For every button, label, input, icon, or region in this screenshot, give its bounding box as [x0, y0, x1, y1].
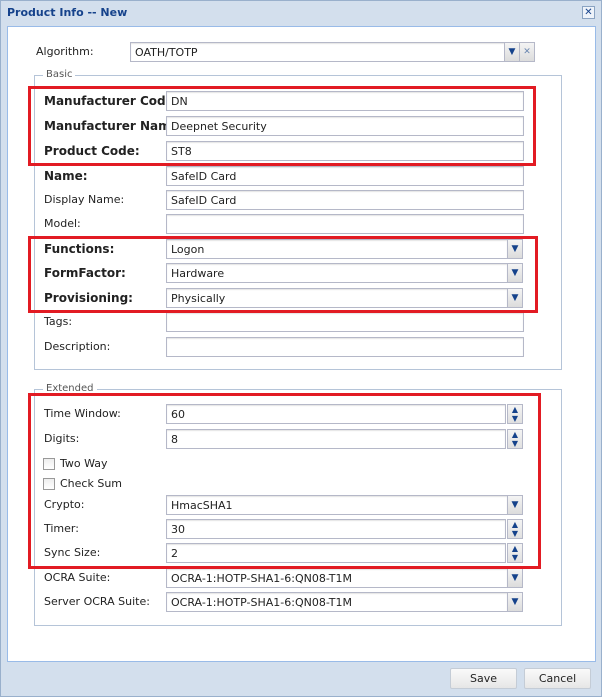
- ocra-suite-label: OCRA Suite:: [44, 571, 111, 584]
- algorithm-combo[interactable]: OATH/TOTP: [130, 42, 506, 62]
- highlight-box-extended: [28, 393, 541, 569]
- chevron-down-icon[interactable]: ▼: [504, 42, 520, 62]
- cancel-button[interactable]: Cancel: [524, 668, 591, 689]
- basic-legend: Basic: [43, 69, 76, 80]
- server-ocra-suite-label: Server OCRA Suite:: [44, 595, 150, 608]
- close-icon[interactable]: ✕: [582, 6, 595, 19]
- algorithm-label: Algorithm:: [36, 45, 94, 58]
- description-label: Description:: [44, 340, 111, 353]
- tags-label: Tags:: [44, 315, 73, 328]
- clear-icon[interactable]: ✕: [519, 42, 535, 62]
- model-input[interactable]: [166, 214, 524, 234]
- chevron-down-icon[interactable]: ▼: [507, 592, 523, 612]
- display-name-input[interactable]: SafeID Card: [166, 190, 524, 210]
- tags-input[interactable]: [166, 312, 524, 332]
- name-label: Name:: [44, 169, 88, 183]
- display-name-label: Display Name:: [44, 193, 125, 206]
- server-ocra-suite-combo[interactable]: OCRA-1:HOTP-SHA1-6:QN08-T1M: [166, 592, 508, 612]
- description-input[interactable]: [166, 337, 524, 357]
- model-label: Model:: [44, 217, 81, 230]
- save-button[interactable]: Save: [450, 668, 517, 689]
- highlight-box-manufacturer: [28, 86, 536, 166]
- chevron-down-icon[interactable]: ▼: [507, 568, 523, 588]
- ocra-suite-combo[interactable]: OCRA-1:HOTP-SHA1-6:QN08-T1M: [166, 568, 508, 588]
- highlight-box-functions: [28, 236, 538, 313]
- dialog-title: Product Info -- New: [7, 6, 128, 19]
- name-input[interactable]: SafeID Card: [166, 166, 524, 186]
